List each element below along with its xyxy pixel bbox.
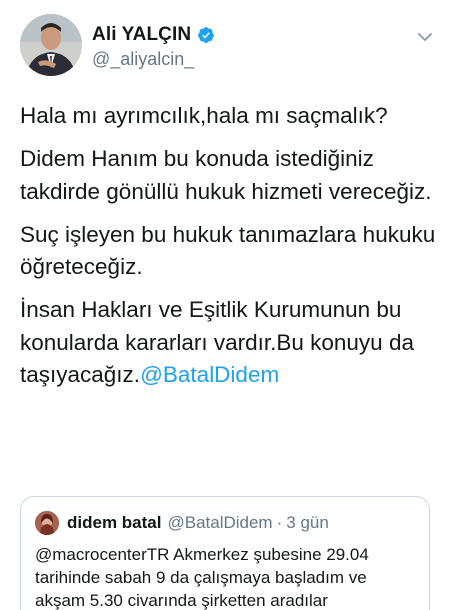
author-avatar-image [20,14,82,76]
tweet-paragraph-last: İnsan Hakları ve Eşitlik Kurumunun bu ko… [20,294,440,392]
tweet-paragraph: Didem Hanım bu konuda istediğiniz takdir… [20,146,432,204]
quoted-timestamp[interactable]: 3 gün [286,513,329,533]
tweet-text: Hala mı ayrımcılık,hala mı saçmalık? Did… [20,100,440,402]
quoted-tweet-card[interactable]: didem batal @BatalDidem · 3 gün @macroce… [20,496,430,610]
author-handle[interactable]: @_aliyalcin_ [92,49,215,70]
display-name-row: Ali YALÇIN [92,24,215,46]
quoted-author-handle[interactable]: @BatalDidem [167,513,272,533]
author-avatar[interactable] [20,14,82,76]
tweet-header: Ali YALÇIN @_aliyalcin_ [20,14,440,80]
tweet-paragraph: Suç işleyen bu hukuk tanımazlara hukuku … [20,221,436,280]
quoted-tweet-header: didem batal @BatalDidem · 3 gün [35,511,329,535]
quoted-author-avatar[interactable] [35,511,59,535]
quoted-avatar-image [35,511,59,535]
quoted-tweet-text: @macrocenterTR Akmerkez şubesine 29.04 t… [35,545,369,610]
chevron-down-icon[interactable] [416,28,434,46]
verified-badge-icon [197,26,215,44]
quoted-author-name[interactable]: didem batal [67,513,161,533]
meta-separator: · [276,513,283,532]
mention-link[interactable]: @BatalDidem [140,362,279,387]
author-display-name[interactable]: Ali YALÇIN [92,24,191,46]
tweet-paragraph: Hala mı ayrımcılık,hala mı saçmalık? [20,103,388,128]
author-name-block: Ali YALÇIN @_aliyalcin_ [92,24,215,70]
